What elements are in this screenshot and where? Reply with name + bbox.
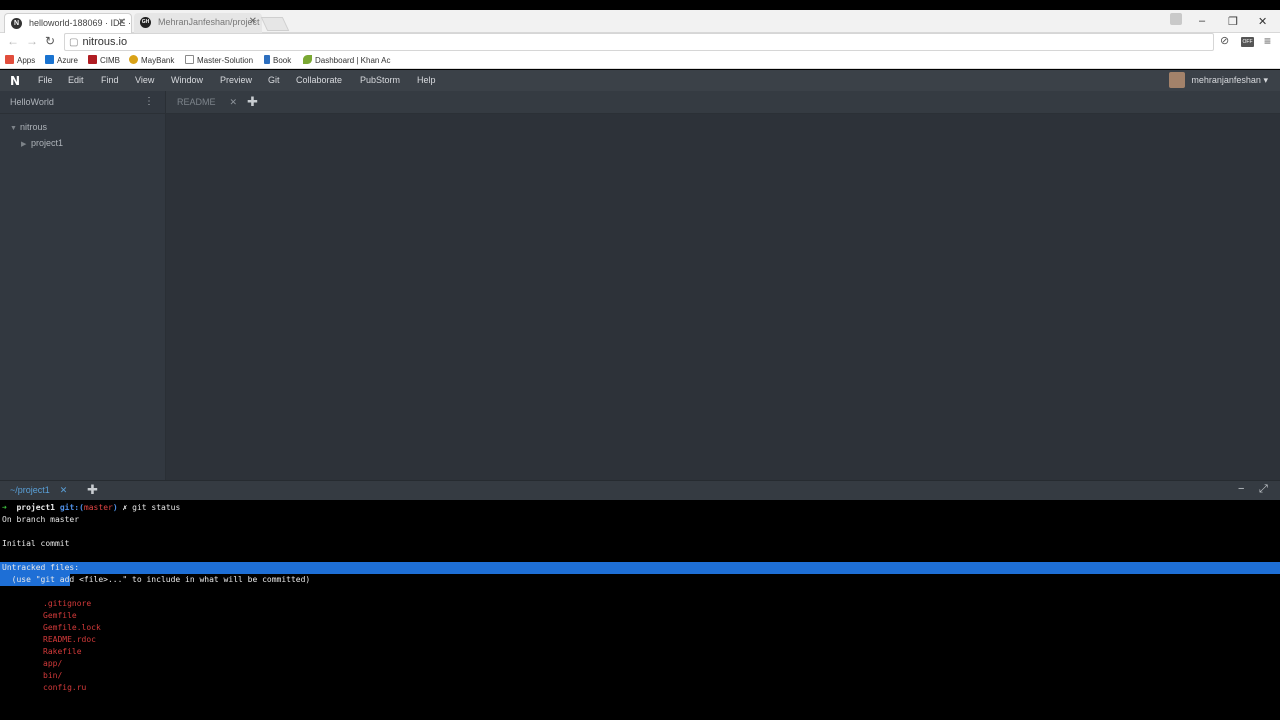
extension-icon[interactable]: ⊘ <box>1220 34 1229 47</box>
off-extension-badge[interactable]: OFF <box>1241 37 1254 47</box>
menu-help[interactable]: Help <box>417 75 436 85</box>
terminal-line: Initial commit <box>2 539 70 548</box>
menu-collaborate[interactable]: Collaborate <box>296 75 342 85</box>
maybank-icon <box>129 55 138 64</box>
menu-edit[interactable]: Edit <box>68 75 84 85</box>
add-terminal-tab-icon[interactable]: ✚ <box>87 482 98 498</box>
terminal-line: (use "git add <file>..." to include in w… <box>2 575 311 584</box>
prompt-dirty-icon: ✗ <box>122 503 128 512</box>
terminal-tabbar: ~/project1 ✕ ✚ − ⤢ <box>0 480 1280 500</box>
book-icon <box>264 55 270 64</box>
address-bar[interactable]: ▢ nitrous.io <box>64 33 1214 51</box>
untracked-file: README.rdoc <box>43 635 96 644</box>
avatar <box>1169 72 1186 88</box>
prompt-git: git:( <box>59 503 84 512</box>
reload-icon[interactable]: ↻ <box>45 34 55 48</box>
untracked-file: .gitignore <box>43 599 92 608</box>
terminal-prompt-line: ➜ project1 git:(master) ✗ git status <box>2 502 180 514</box>
browser-tabstrip: N helloworld-188069 · IDE · ✕ GH MehranJ… <box>0 10 1280 33</box>
tree-item-project1[interactable]: ▶ project1 <box>21 138 63 148</box>
menu-git[interactable]: Git <box>268 75 280 85</box>
prompt-git-close: ) <box>112 503 118 512</box>
khan-academy-leaf-icon <box>303 55 312 64</box>
close-tab-icon[interactable]: ✕ <box>60 485 68 495</box>
username: mehranjanfeshan <box>1191 75 1261 85</box>
untracked-file: app/ <box>43 659 63 668</box>
close-window-icon[interactable]: ✕ <box>1258 15 1267 28</box>
close-tab-icon[interactable]: ✕ <box>230 97 238 107</box>
more-options-icon[interactable]: ⋮ <box>144 91 154 113</box>
apps-grid-icon <box>5 55 14 64</box>
forward-icon[interactable]: → <box>26 34 38 48</box>
file-sidebar: HelloWorld ⋮ ▼ nitrous ▶ project1 <box>0 91 166 480</box>
user-profile-icon[interactable] <box>1170 13 1182 25</box>
untracked-file: Rakefile <box>43 647 82 656</box>
azure-icon <box>45 55 54 64</box>
untracked-file: Gemfile.lock <box>43 623 101 632</box>
nitrous-favicon-icon: N <box>11 18 22 29</box>
ide-menubar: N File Edit Find View Window Preview Git… <box>0 70 1280 91</box>
minimize-panel-icon[interactable]: − <box>1238 483 1244 495</box>
menu-file[interactable]: File <box>38 75 53 85</box>
terminal-line: On branch master <box>2 515 80 524</box>
cimb-icon <box>88 55 97 64</box>
prompt-arrow: ➜ <box>2 503 7 512</box>
restore-icon[interactable]: ❐ <box>1228 15 1238 28</box>
editor-tab-readme[interactable]: README ✕ <box>166 91 245 113</box>
back-icon[interactable]: ← <box>7 34 19 48</box>
prompt-dir: project1 <box>16 503 55 512</box>
selection-highlight <box>0 562 1280 574</box>
tree-item-nitrous[interactable]: ▼ nitrous <box>10 122 47 132</box>
user-menu[interactable]: mehranjanfeshan ▾ <box>1169 72 1268 88</box>
bookmark-book[interactable]: Book <box>264 55 291 65</box>
terminal-tab-project1[interactable]: ~/project1 ✕ <box>0 481 75 500</box>
menu-preview[interactable]: Preview <box>220 75 252 85</box>
caret-down-icon: ▼ <box>10 125 17 132</box>
browser-tab-github[interactable]: GH MehranJanfeshan/project ✕ <box>134 13 262 33</box>
bookmark-khan-academy[interactable]: Dashboard | Khan Ac <box>303 55 390 65</box>
terminal[interactable]: ➜ project1 git:(master) ✗ git status On … <box>0 500 1280 720</box>
untracked-file: config.ru <box>43 683 87 692</box>
page-icon <box>185 55 194 64</box>
minimize-icon[interactable]: – <box>1199 15 1205 27</box>
untracked-file: Gemfile <box>43 611 77 620</box>
browser-tab-title: MehranJanfeshan/project <box>158 17 260 27</box>
untracked-file: bin/ <box>43 671 63 680</box>
editor-tabbar: README ✕ ✚ <box>166 91 1280 114</box>
bookmark-cimb[interactable]: CIMB <box>88 55 120 65</box>
bookmark-apps[interactable]: Apps <box>5 55 35 65</box>
menu-window[interactable]: Window <box>171 75 203 85</box>
close-tab-icon[interactable]: ✕ <box>249 13 257 31</box>
new-tab-button[interactable] <box>260 17 290 31</box>
caret-right-icon: ▶ <box>21 141 27 148</box>
bookmarks-bar: Apps Azure CIMB MayBank Master-Solution … <box>0 52 1280 69</box>
browser-tab-ide[interactable]: N helloworld-188069 · IDE · ✕ <box>4 13 132 33</box>
bookmark-maybank[interactable]: MayBank <box>129 55 174 65</box>
window-top-edge <box>0 0 1280 10</box>
project-title: HelloWorld ⋮ <box>0 91 166 114</box>
chrome-menu-icon[interactable]: ≡ <box>1264 34 1271 48</box>
editor-pane[interactable] <box>166 114 1280 480</box>
chevron-down-icon: ▾ <box>1263 75 1268 85</box>
url-text: nitrous.io <box>82 36 128 48</box>
github-favicon-icon: GH <box>140 17 151 28</box>
nitrous-logo-icon[interactable]: N <box>10 74 20 88</box>
terminal-line: Untracked files: <box>2 563 80 572</box>
command-text: git status <box>132 503 181 512</box>
menu-find[interactable]: Find <box>101 75 119 85</box>
page-icon: ▢ <box>69 37 79 48</box>
omnibar: ← → ↻ ▢ nitrous.io ⊘ OFF ≡ <box>0 33 1280 52</box>
menu-view[interactable]: View <box>135 75 154 85</box>
menu-pubstorm[interactable]: PubStorm <box>360 75 400 85</box>
browser-tab-title: helloworld-188069 · IDE · <box>29 18 132 28</box>
bookmark-master-solution[interactable]: Master-Solution <box>185 55 253 65</box>
prompt-branch: master <box>83 503 113 512</box>
close-tab-icon[interactable]: ✕ <box>118 14 126 32</box>
add-editor-tab-icon[interactable]: ✚ <box>247 94 258 110</box>
bookmark-azure[interactable]: Azure <box>45 55 78 65</box>
maximize-panel-icon[interactable]: ⤢ <box>1259 483 1268 496</box>
